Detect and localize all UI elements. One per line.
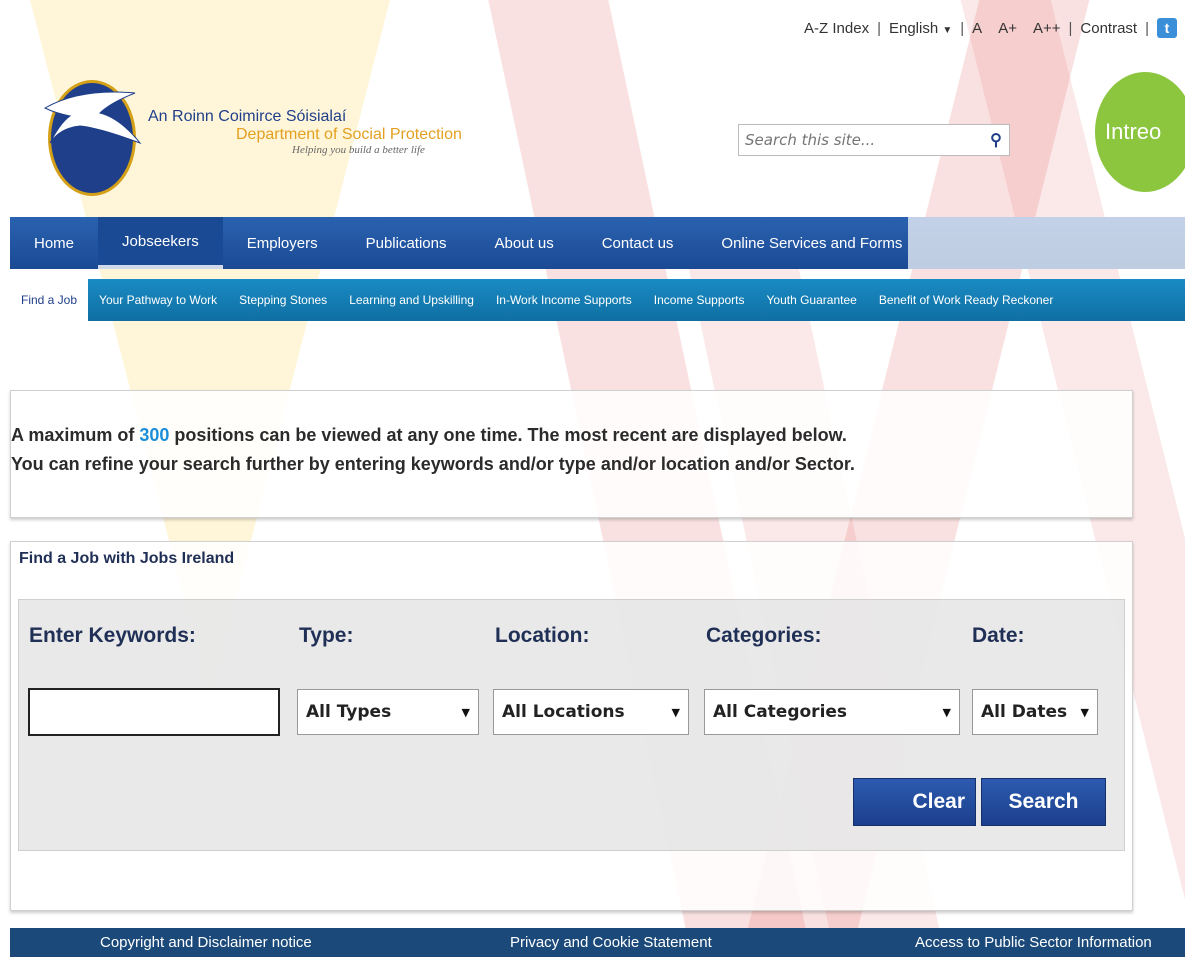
- categories-label: Categories:: [706, 624, 822, 647]
- department-name-english: Department of Social Protection: [236, 126, 462, 143]
- separator: |: [877, 19, 881, 37]
- find-job-panel: Find a Job with Jobs Ireland Enter Keywo…: [10, 541, 1133, 911]
- nav-online-services[interactable]: Online Services and Forms: [697, 217, 926, 269]
- font-size-larger[interactable]: A++: [1033, 20, 1061, 37]
- footer-access-link[interactable]: Access to Public Sector Information: [915, 934, 1152, 951]
- subnav-find-a-job[interactable]: Find a Job: [10, 279, 89, 321]
- max-positions-count: 300: [139, 425, 170, 445]
- job-search-form: Enter Keywords: Type: Location: Categori…: [18, 599, 1125, 851]
- nav-contact-us[interactable]: Contact us: [578, 217, 698, 269]
- date-label: Date:: [972, 624, 1025, 647]
- main-navigation: Home Jobseekers Employers Publications A…: [10, 217, 1185, 269]
- clear-button[interactable]: Clear: [853, 778, 976, 826]
- nav-filler: [908, 217, 1185, 269]
- info-line-1: A maximum of 300 positions can be viewed…: [11, 425, 1132, 446]
- keywords-label: Enter Keywords:: [29, 624, 196, 647]
- info-line-2: You can refine your search further by en…: [11, 454, 855, 474]
- dove-icon: [43, 91, 142, 145]
- categories-select-value: All Categories: [713, 702, 848, 722]
- contrast-link[interactable]: Contrast: [1080, 20, 1137, 37]
- utility-bar: A-Z Index | English ▼ | A A+ A++ | Contr…: [804, 18, 1177, 38]
- location-select-value: All Locations: [502, 702, 625, 722]
- footer: Copyright and Disclaimer notice Privacy …: [10, 928, 1185, 957]
- footer-copyright-link[interactable]: Copyright and Disclaimer notice: [100, 934, 312, 951]
- nav-home[interactable]: Home: [10, 217, 98, 269]
- location-select[interactable]: All Locations ▼: [493, 689, 689, 735]
- location-label: Location:: [495, 624, 590, 647]
- intreo-logo[interactable]: Intreo: [1095, 72, 1185, 192]
- search-icon[interactable]: ⚲: [983, 127, 1009, 153]
- nav-jobseekers[interactable]: Jobseekers: [98, 217, 223, 269]
- font-size-normal[interactable]: A: [972, 20, 982, 37]
- type-select[interactable]: All Types ▼: [297, 689, 479, 735]
- site-search: ⚲: [738, 124, 1010, 156]
- dropdown-arrow-icon: ▼: [1080, 705, 1089, 719]
- search-input[interactable]: [739, 130, 983, 150]
- chevron-down-icon: ▼: [942, 24, 953, 36]
- date-select-value: All Dates: [981, 702, 1068, 722]
- dropdown-arrow-icon: ▼: [942, 705, 951, 719]
- keywords-input[interactable]: [28, 688, 280, 736]
- dropdown-arrow-icon: ▼: [461, 705, 470, 719]
- separator: |: [1145, 19, 1149, 37]
- footer-privacy-link[interactable]: Privacy and Cookie Statement: [510, 934, 712, 951]
- department-logo[interactable]: [40, 70, 142, 196]
- az-index-link[interactable]: A-Z Index: [804, 20, 869, 37]
- date-select[interactable]: All Dates ▼: [972, 689, 1098, 735]
- language-label: English: [888, 19, 939, 37]
- twitter-icon[interactable]: t: [1157, 18, 1177, 38]
- type-select-value: All Types: [306, 702, 392, 722]
- subnav-youth-guarantee[interactable]: Youth Guarantee: [756, 279, 868, 321]
- sub-navigation: Find a Job Your Pathway to Work Stepping…: [10, 279, 1185, 321]
- department-name: An Roinn Coimirce Sóisialaí Department o…: [148, 108, 462, 156]
- page: A-Z Index | English ▼ | A A+ A++ | Contr…: [0, 0, 1185, 957]
- department-tagline: Helping you build a better life: [292, 144, 425, 156]
- nav-publications[interactable]: Publications: [342, 217, 471, 269]
- subnav-pathway-to-work[interactable]: Your Pathway to Work: [88, 279, 228, 321]
- type-label: Type:: [299, 624, 354, 647]
- info-line-1-suffix: positions can be viewed at any one time.…: [169, 425, 847, 445]
- subnav-income-supports[interactable]: Income Supports: [643, 279, 756, 321]
- separator: |: [1068, 19, 1073, 37]
- language-selector[interactable]: English ▼: [889, 20, 952, 37]
- font-size-large[interactable]: A+: [998, 20, 1017, 37]
- nav-employers[interactable]: Employers: [223, 217, 342, 269]
- subnav-in-work-income-supports[interactable]: In-Work Income Supports: [485, 279, 643, 321]
- categories-select[interactable]: All Categories ▼: [704, 689, 960, 735]
- subnav-benefit-of-work[interactable]: Benefit of Work Ready Reckoner: [868, 279, 1065, 321]
- find-job-title: Find a Job with Jobs Ireland: [19, 550, 235, 567]
- info-line-1-prefix: A maximum of: [11, 425, 140, 445]
- dropdown-arrow-icon: ▼: [671, 705, 680, 719]
- department-name-irish: An Roinn Coimirce Sóisialaí: [148, 108, 347, 125]
- subnav-stepping-stones[interactable]: Stepping Stones: [228, 279, 338, 321]
- separator: |: [960, 19, 965, 37]
- info-panel: A maximum of 300 positions can be viewed…: [10, 390, 1133, 518]
- subnav-learning-upskilling[interactable]: Learning and Upskilling: [338, 279, 485, 321]
- search-button[interactable]: Search: [981, 778, 1106, 826]
- nav-about-us[interactable]: About us: [470, 217, 577, 269]
